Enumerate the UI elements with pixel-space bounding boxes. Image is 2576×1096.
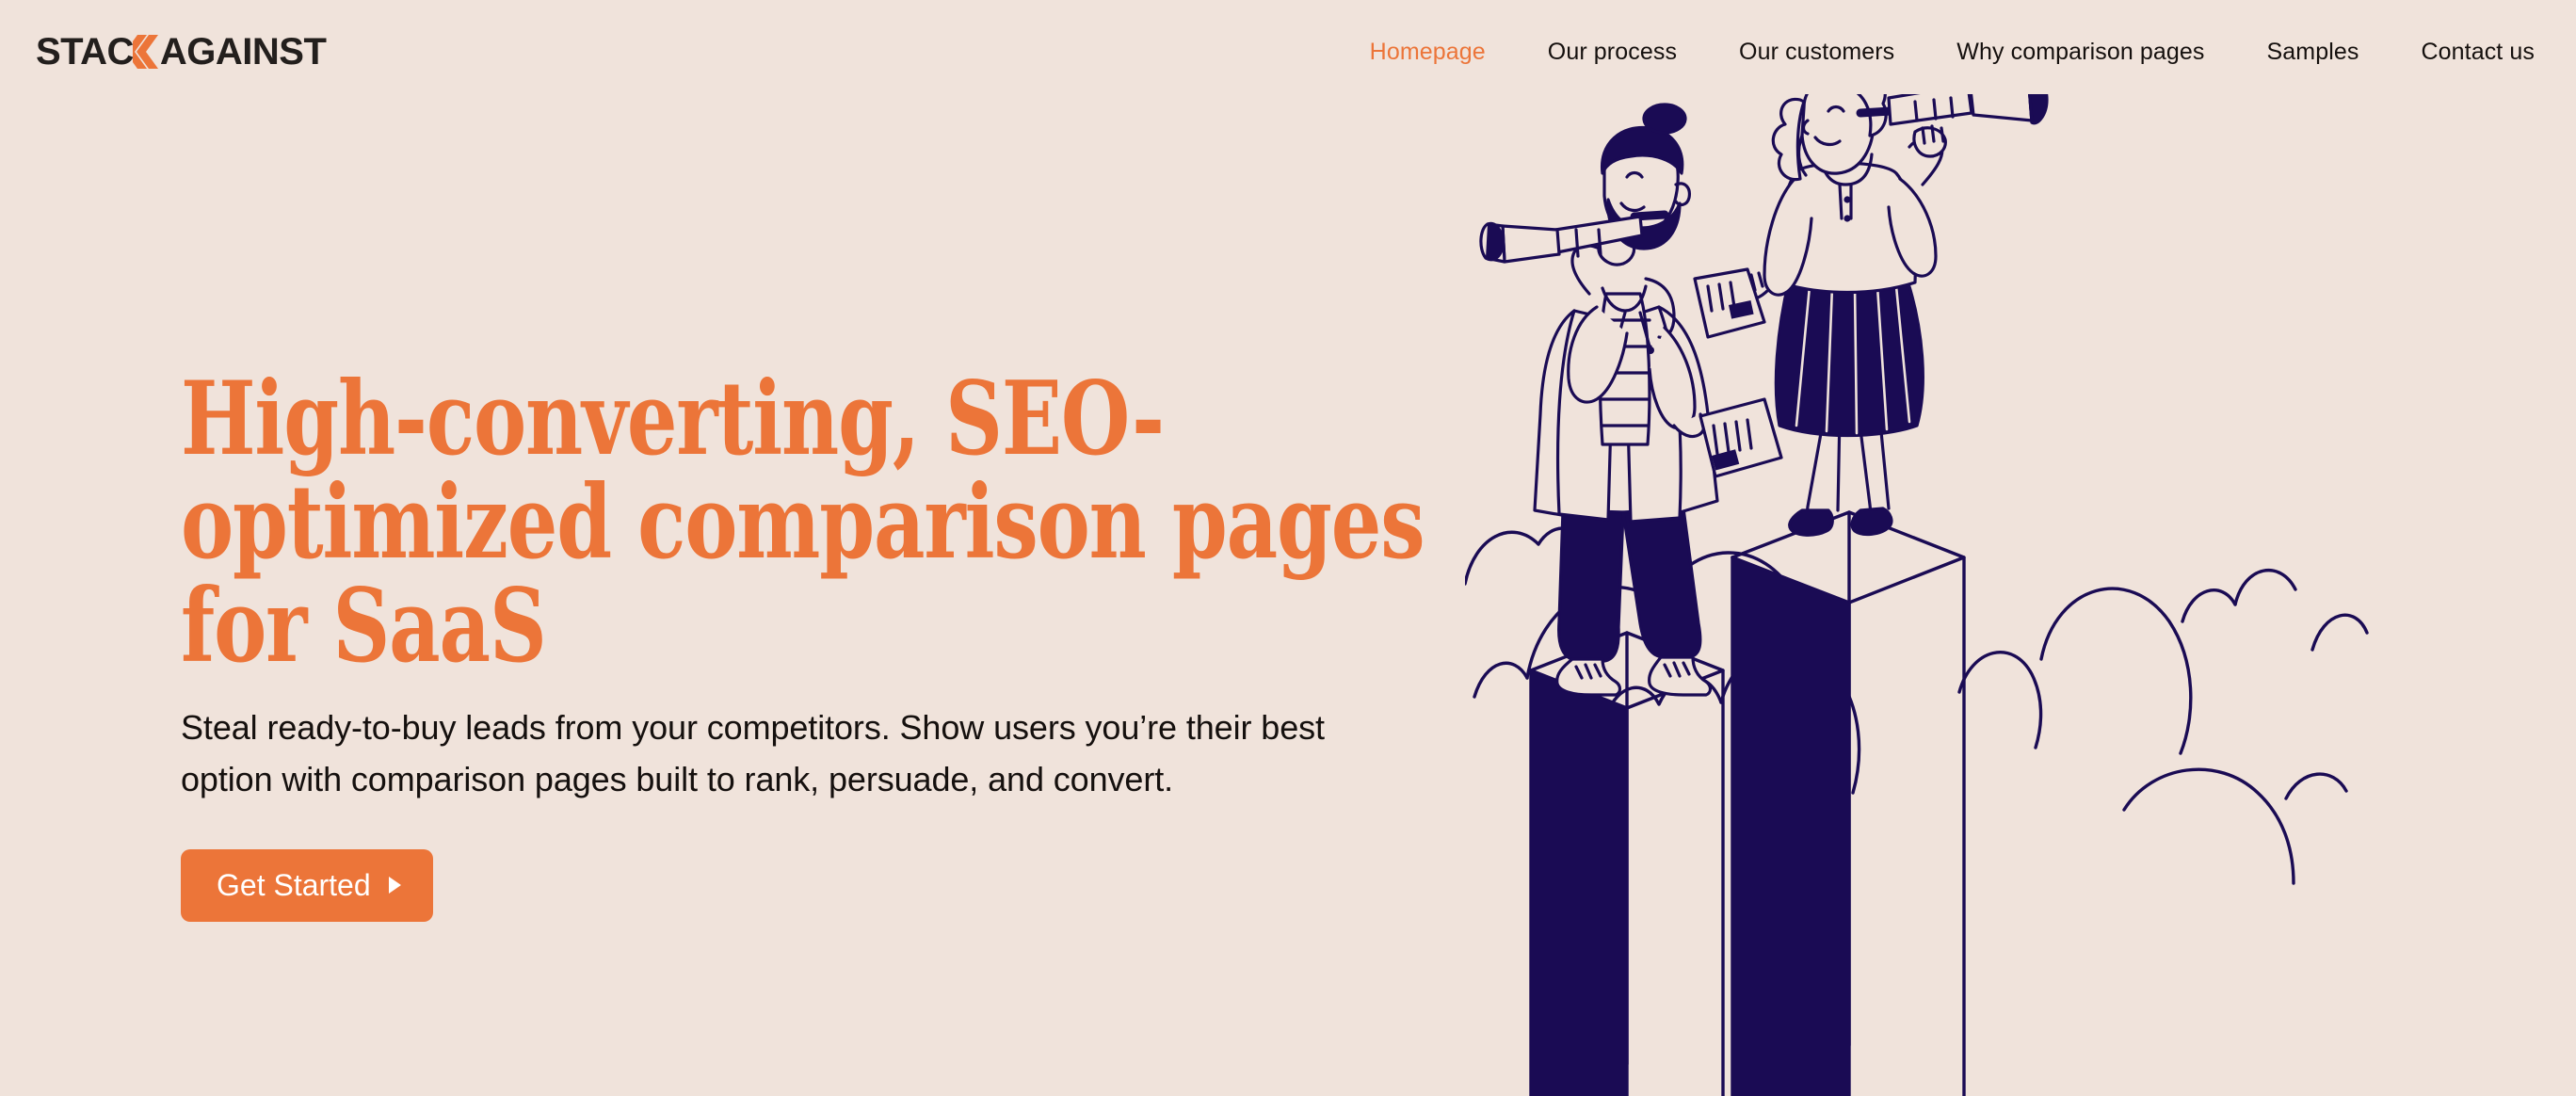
brand-logo-text-first: STAC bbox=[36, 31, 134, 73]
hero-copy-block: High-converting, SEO-optimized compariso… bbox=[181, 367, 1442, 922]
get-started-button-label: Get Started bbox=[217, 867, 371, 902]
nav-item-our-customers[interactable]: Our customers bbox=[1708, 40, 1925, 64]
nav-item-samples[interactable]: Samples bbox=[2236, 40, 2391, 64]
brand-logo-text-second: AGAINST bbox=[159, 31, 327, 73]
nav-item-our-process[interactable]: Our process bbox=[1517, 40, 1708, 64]
site-header: STAC AGAINST Homepage Our process Our cu… bbox=[0, 0, 2576, 104]
brand-logo[interactable]: STAC AGAINST bbox=[36, 31, 327, 73]
hero-subtitle: Steal ready-to-buy leads from your compe… bbox=[181, 708, 1325, 799]
play-triangle-icon bbox=[388, 876, 401, 894]
nav-item-homepage[interactable]: Homepage bbox=[1339, 40, 1517, 64]
nav-item-why-comparison-pages[interactable]: Why comparison pages bbox=[1925, 40, 2235, 64]
page-title: High-converting, SEO-optimized compariso… bbox=[181, 360, 1425, 686]
hero-section: High-converting, SEO-optimized compariso… bbox=[0, 94, 2576, 1096]
hero-illustration bbox=[1465, 94, 2576, 1096]
get-started-button[interactable]: Get Started bbox=[181, 848, 433, 922]
double-chevron-left-icon bbox=[132, 31, 161, 73]
main-navigation: Homepage Our process Our customers Why c… bbox=[1339, 40, 2535, 64]
nav-item-contact-us[interactable]: Contact us bbox=[2390, 40, 2535, 64]
